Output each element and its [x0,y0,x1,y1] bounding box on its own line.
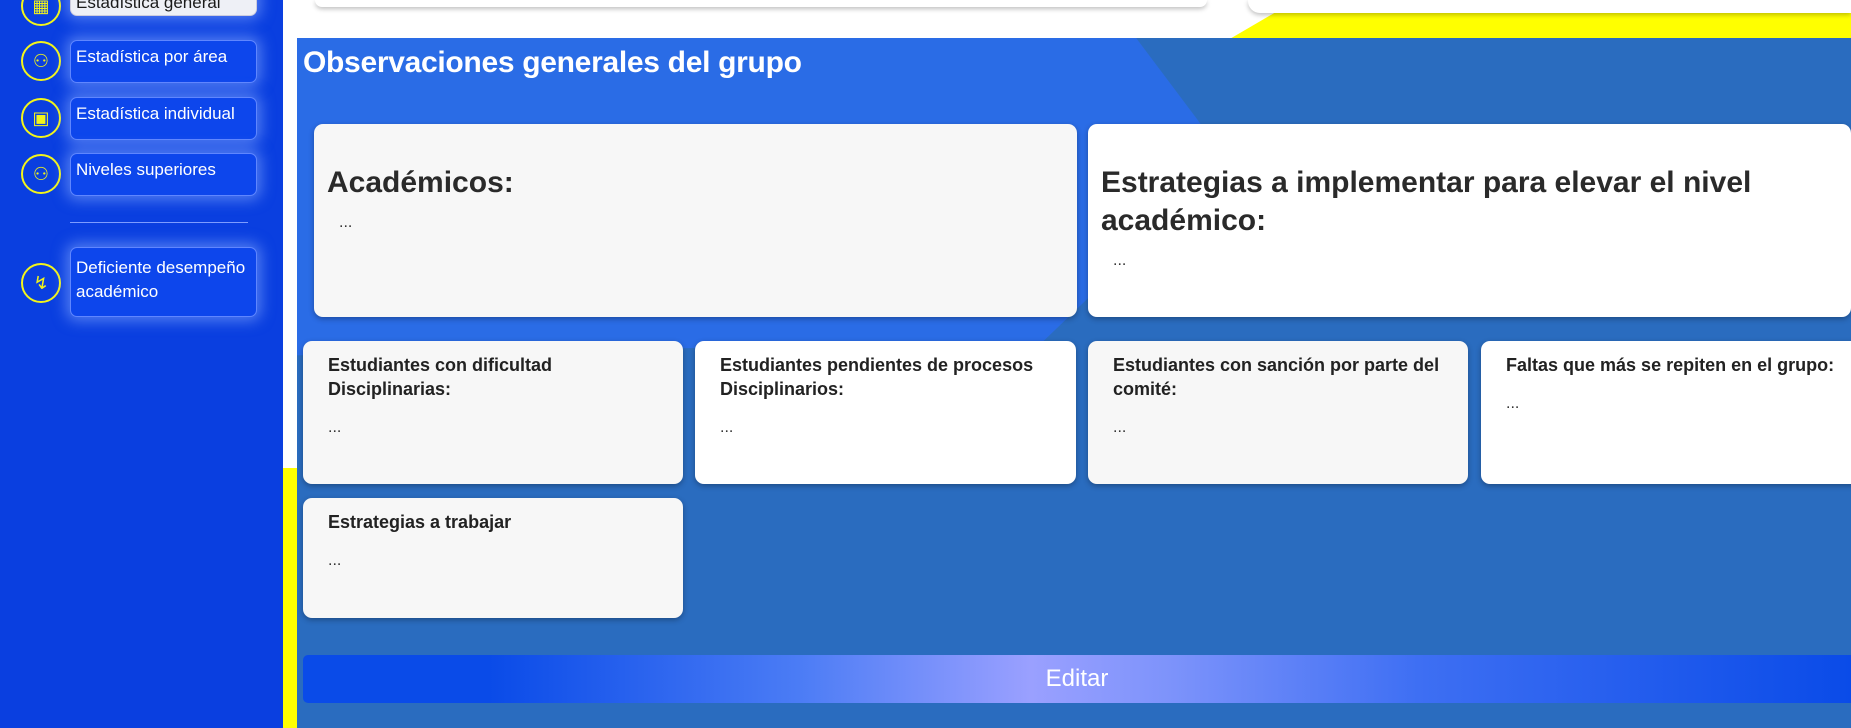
sidebar-item-label[interactable]: Estadística general [70,0,257,16]
card-text: ... [720,419,734,436]
card-text: ... [328,419,342,436]
card-text: ... [1113,419,1127,436]
trend-down-icon: ↯ [21,263,61,303]
building-icon: ▦ [21,0,61,26]
sidebar-item-label[interactable]: Niveles superiores [70,153,257,196]
academicos-title: Académicos: [327,166,514,199]
observaciones-panel: Observaciones generales del grupo Académ… [297,38,1851,728]
sidebar: ▦ Estadística general ⚇ Estadística por … [0,0,283,728]
estrategias-nivel-title: Estrategias a implementar para elevar el… [1101,166,1752,237]
card-text: ... [1506,395,1520,412]
card-title: Estudiantes con sanción por parte del co… [1113,355,1440,399]
pendientes-procesos-card: Estudiantes pendientes de procesos Disci… [695,341,1076,484]
accent-strip [283,468,297,728]
estrategias-trabajar-card: Estrategias a trabajar ... [303,498,683,618]
sidebar-item-label[interactable]: Estadística individual [70,97,257,140]
faltas-repiten-card: Faltas que más se repiten en el grupo: .… [1481,341,1851,484]
estrategias-nivel-card: Estrategias a implementar para elevar el… [1088,124,1851,317]
sidebar-item-label[interactable]: Estadística por área [70,40,257,83]
card-text: ... [328,552,342,569]
edit-button[interactable]: Editar [303,655,1851,703]
top-card [315,0,1207,7]
card-title: Estrategias a trabajar [328,512,512,532]
estrategias-nivel-text: ... [1113,252,1127,269]
top-card [1248,0,1851,13]
card-title: Faltas que más se repiten en el grupo: [1506,355,1835,375]
group-icon: ⚇ [21,154,61,194]
sancion-comite-card: Estudiantes con sanción por parte del co… [1088,341,1468,484]
sidebar-item-label[interactable]: Deficiente desempeño académico [70,247,257,317]
dificultad-disciplinarias-card: Estudiantes con dificultad Disciplinaria… [303,341,683,484]
group-icon: ⚇ [21,41,61,81]
sidebar-divider [70,222,248,223]
card-title: Estudiantes con dificultad Disciplinaria… [328,355,553,399]
panel-title: Observaciones generales del grupo [303,46,802,79]
academicos-card: Académicos: ... [314,124,1077,317]
card-title: Estudiantes pendientes de procesos Disci… [720,355,1034,399]
id-card-icon: ▣ [21,98,61,138]
academicos-text: ... [339,214,353,231]
